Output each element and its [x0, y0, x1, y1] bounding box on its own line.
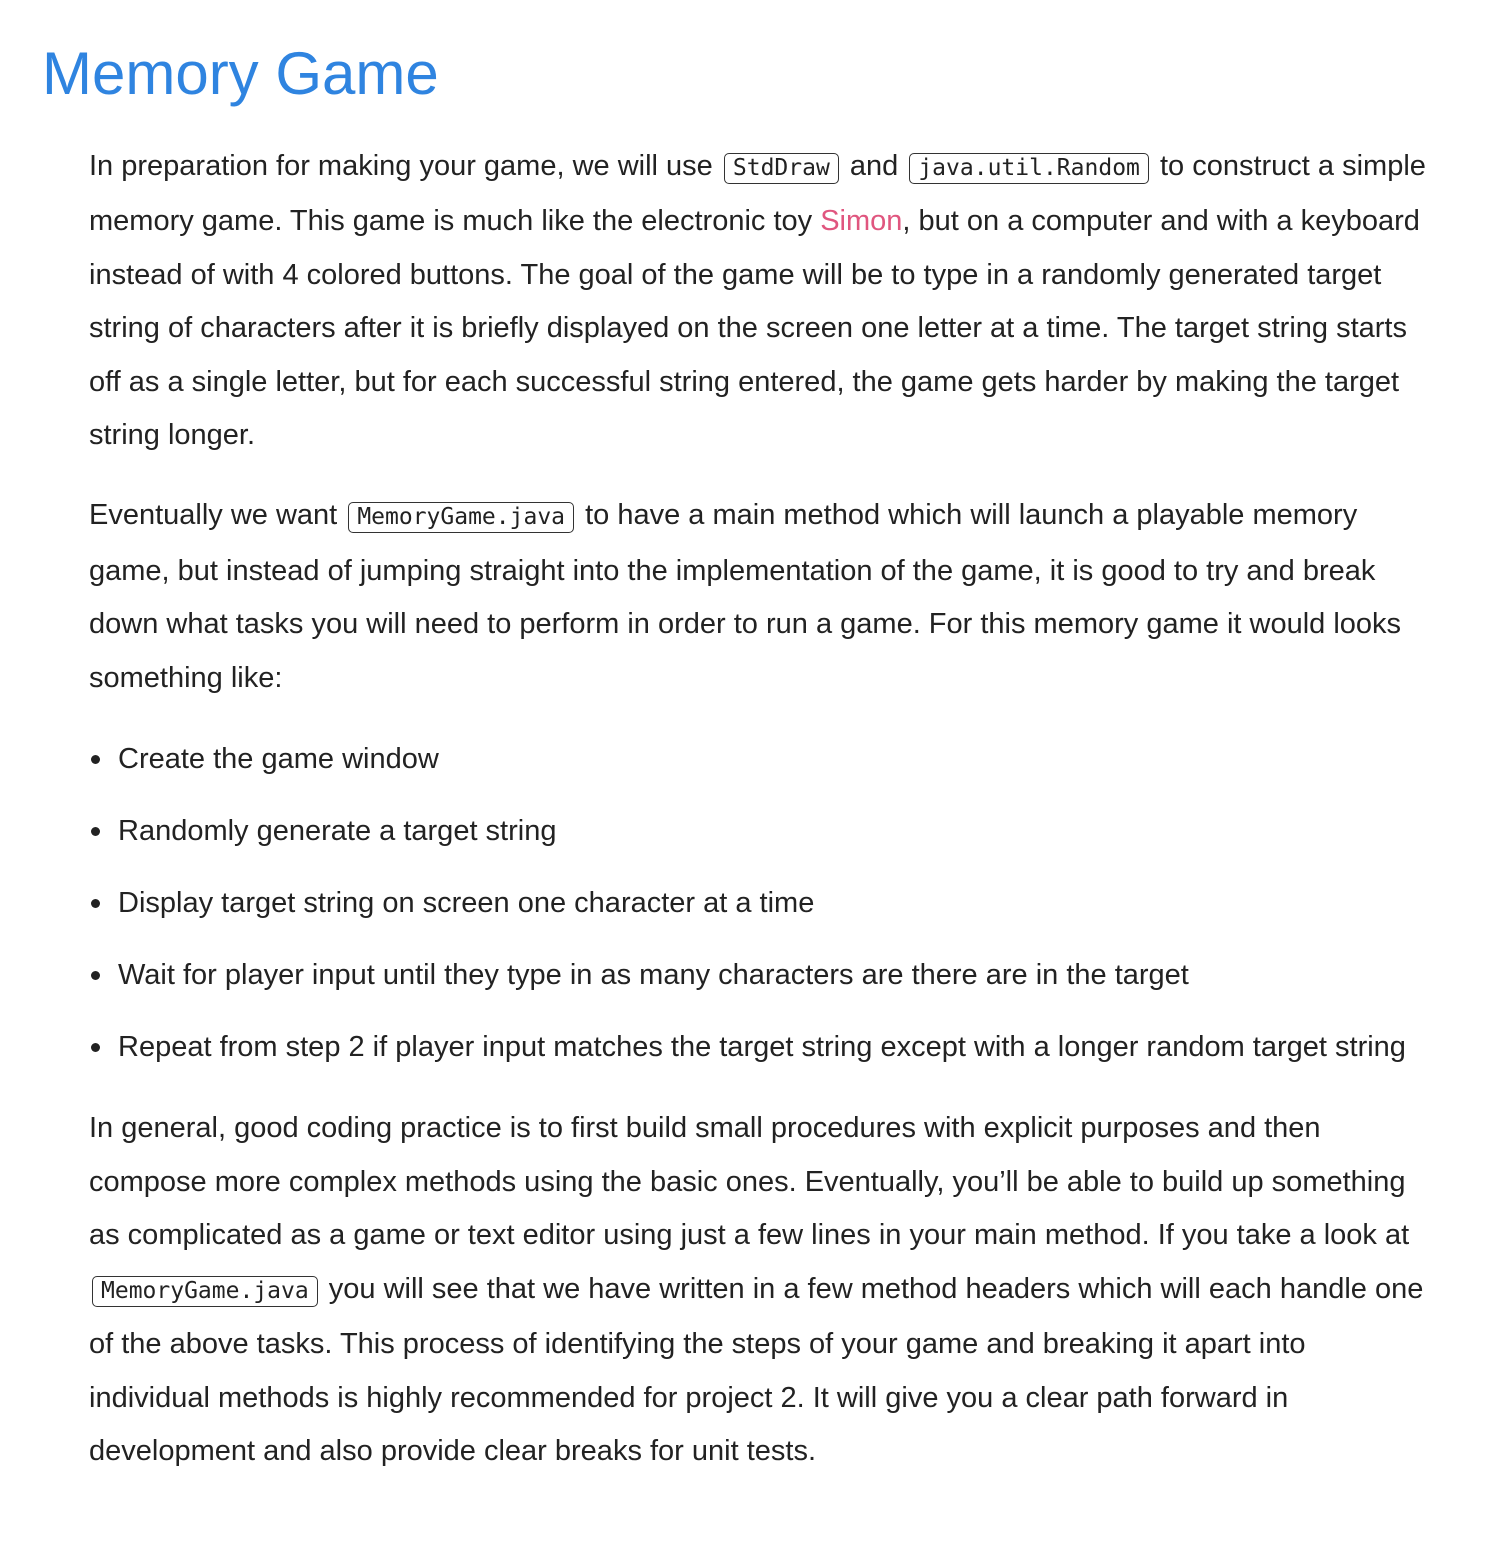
list-item: Display target string on screen one char… — [89, 877, 1408, 930]
intro-paragraph: In preparation for making your game, we … — [89, 140, 1429, 462]
intro-text-4: , but on a computer and with a keyboard … — [89, 205, 1420, 452]
list-item-text: Randomly generate a target string — [118, 815, 557, 848]
inline-code-memorygame-java: MemoryGame.java — [348, 502, 575, 534]
list-item-text: Repeat from step 2 if player input match… — [118, 1031, 1406, 1064]
inline-code-stddraw: StdDraw — [723, 153, 839, 184]
plan-paragraph: Eventually we want MemoryGame.java to ha… — [89, 489, 1429, 705]
bullet-icon — [91, 971, 100, 981]
inline-code-java-util-random: java.util.Random — [909, 153, 1149, 184]
list-item-text: Display target string on screen one char… — [118, 887, 815, 920]
bullet-icon — [91, 755, 100, 765]
plan-text-1: Eventually we want — [89, 499, 338, 532]
page-title: Memory Game — [42, 40, 439, 107]
practice-paragraph: In general, good coding practice is to f… — [89, 1102, 1429, 1478]
list-item-text: Wait for player input until they type in… — [118, 959, 1189, 992]
simon-link[interactable]: Simon — [820, 205, 902, 237]
article-body: In preparation for making your game, we … — [89, 140, 1429, 1478]
list-item: Wait for player input until they type in… — [89, 949, 1408, 1002]
intro-text-2: and — [849, 150, 899, 182]
bullet-icon — [91, 827, 100, 837]
list-item: Repeat from step 2 if player input match… — [89, 1021, 1408, 1074]
inline-code-memorygame-java: MemoryGame.java — [92, 1275, 318, 1307]
list-item: Randomly generate a target string — [89, 805, 1408, 858]
bullet-icon — [91, 1043, 100, 1053]
list-item-text: Create the game window — [118, 743, 439, 776]
task-list: Create the game window Randomly generate… — [89, 733, 1429, 1074]
practice-text-1: In general, good coding practice is to f… — [89, 1112, 1410, 1252]
intro-text-1: In preparation for making your game, we … — [89, 150, 713, 182]
bullet-icon — [91, 899, 100, 909]
list-item: Create the game window — [89, 733, 1408, 786]
page: Memory Game In preparation for making yo… — [0, 0, 1491, 1558]
